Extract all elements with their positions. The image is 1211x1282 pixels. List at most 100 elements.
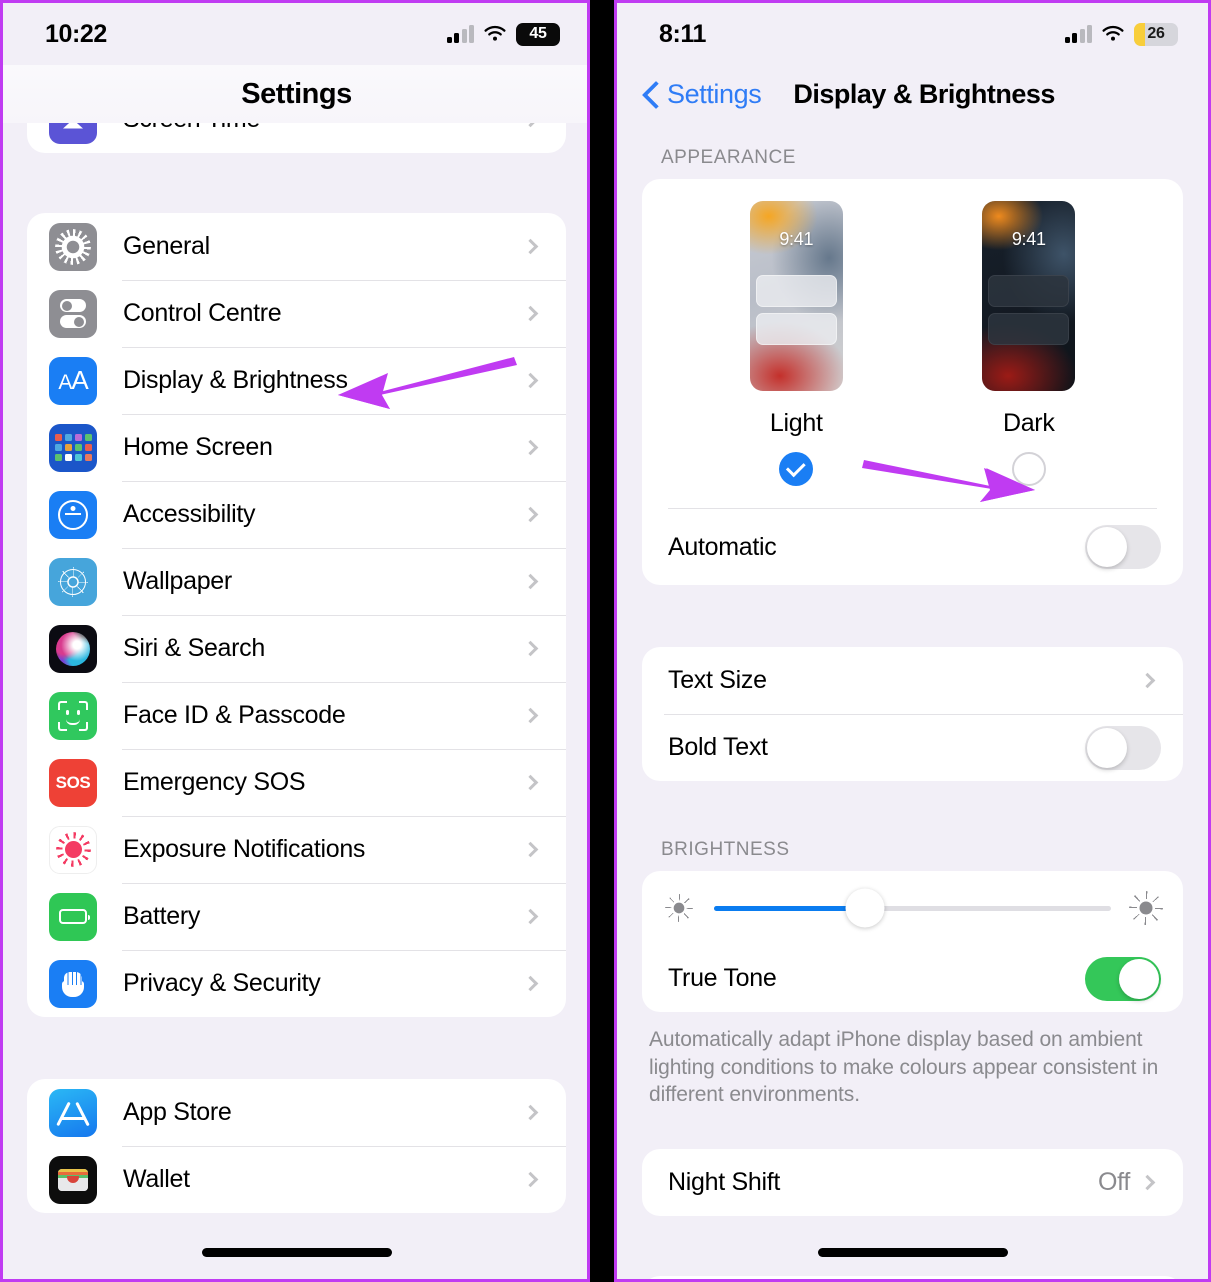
brightness-slider-knob[interactable] (845, 888, 885, 928)
list-item-app-store[interactable]: App Store (27, 1079, 566, 1146)
list-item-general[interactable]: General (27, 213, 566, 280)
brightness-low-icon (665, 894, 693, 922)
panel-divider-right-border (614, 0, 617, 1282)
section-header-appearance: APPEARANCE (661, 147, 796, 168)
list-item-privacy-security[interactable]: Privacy & Security (27, 950, 566, 1017)
chevron-right-icon (522, 774, 539, 791)
row-true-tone[interactable]: True Tone (642, 945, 1183, 1012)
settings-group-primary: General Control Centre AA Display & Brightn… (27, 213, 566, 1017)
preview-time: 9:41 (779, 229, 814, 249)
preview-notification (755, 275, 837, 307)
brightness-slider-fill (714, 905, 865, 911)
face-id-icon (49, 691, 97, 740)
row-label-bold-text: Bold Text (668, 733, 768, 761)
status-indicators: 26 (1064, 22, 1178, 46)
display-brightness-content[interactable]: APPEARANCE 9:41 Light 9:41 Dark Automati… (617, 123, 1208, 1279)
appearance-option-dark[interactable]: 9:41 Dark (944, 201, 1114, 486)
status-time: 10:22 (45, 19, 107, 48)
chevron-right-icon (522, 841, 539, 858)
sos-icon: SOS (49, 758, 97, 807)
section-header-brightness: BRIGHTNESS (661, 839, 790, 860)
battery-indicator-low-power: 26 (1134, 22, 1178, 46)
list-item-label: General (123, 232, 210, 260)
radio-dark-unselected[interactable] (1011, 452, 1046, 486)
row-label-automatic: Automatic (668, 532, 777, 561)
back-button-label: Settings (667, 78, 762, 109)
chevron-right-icon (522, 707, 539, 724)
toggle-true-tone[interactable] (1085, 956, 1161, 1001)
list-item-wallpaper[interactable]: Wallpaper (27, 548, 566, 615)
cellular-bars-icon (1064, 24, 1092, 43)
list-item-label: Privacy & Security (123, 969, 321, 997)
appearance-label-dark: Dark (1002, 409, 1055, 437)
row-night-shift[interactable]: Night Shift Off (642, 1149, 1183, 1216)
right-status-bar: 8:11 26 (617, 3, 1208, 65)
right-nav-bar: Settings Display & Brightness (617, 65, 1208, 123)
wallpaper-icon (49, 557, 97, 606)
battery-percent: 26 (1147, 25, 1165, 42)
screenshot-stage: 10:22 45 Settings Screen Time (0, 0, 1211, 1282)
accessibility-icon (49, 490, 97, 539)
app-store-icon (49, 1088, 97, 1137)
row-label-text-size: Text Size (668, 666, 767, 694)
chevron-right-icon (522, 238, 539, 255)
list-item-label: Control Centre (123, 299, 282, 327)
light-wallpaper-preview: 9:41 (749, 201, 843, 391)
text-settings-group: Text Size Bold Text (642, 647, 1183, 781)
chevron-right-icon (522, 305, 539, 322)
settings-list[interactable]: Screen Time GeneralControl CentreAADispl… (3, 86, 590, 1213)
toggle-automatic[interactable] (1085, 525, 1161, 569)
list-item-wallet[interactable]: Wallet (27, 1146, 566, 1213)
left-phone-panel: 10:22 45 Settings Screen Time (0, 0, 590, 1282)
list-item-battery[interactable]: Battery (27, 883, 566, 950)
wifi-icon (483, 25, 507, 43)
home-indicator (201, 1248, 392, 1257)
chevron-right-icon (522, 1104, 539, 1121)
privacy-hand-icon (49, 959, 97, 1008)
list-item-face-id-passcode[interactable]: Face ID & Passcode (27, 682, 566, 749)
home-indicator (817, 1248, 1008, 1257)
chevron-right-icon (522, 573, 539, 590)
row-text-size[interactable]: Text Size (642, 647, 1183, 714)
control-centre-icon (49, 289, 97, 338)
list-item-label: Exposure Notifications (123, 835, 366, 863)
row-auto-lock[interactable]: Auto-Lock 30 seconds (642, 1276, 1183, 1279)
list-item-home-screen[interactable]: Home Screen (27, 414, 566, 481)
list-item-control-centre[interactable]: Control Centre (27, 280, 566, 347)
row-bold-text[interactable]: Bold Text (642, 714, 1183, 781)
preview-time: 9:41 (1011, 229, 1046, 249)
chevron-right-icon (522, 372, 539, 389)
status-indicators: 45 (446, 22, 560, 46)
list-item-label: Accessibility (123, 500, 256, 528)
chevron-right-icon (522, 439, 539, 456)
night-shift-card: Night Shift Off (642, 1149, 1183, 1217)
row-automatic[interactable]: Automatic (642, 509, 1183, 585)
list-item-siri-search[interactable]: Siri & Search (27, 615, 566, 682)
preview-notification (988, 275, 1070, 307)
list-item-emergency-sos[interactable]: SOS Emergency SOS (27, 749, 566, 816)
appearance-label-light: Light (769, 409, 823, 437)
chevron-right-icon (522, 640, 539, 657)
chevron-right-icon (522, 975, 539, 992)
cellular-bars-icon (446, 24, 474, 43)
back-button[interactable]: Settings (643, 78, 762, 110)
list-item-label: Wallet (123, 1165, 190, 1193)
appearance-card: 9:41 Light 9:41 Dark Automatic (642, 179, 1183, 585)
dark-wallpaper-preview: 9:41 (982, 201, 1076, 391)
chevron-right-icon (522, 506, 539, 523)
battery-percent: 45 (529, 25, 547, 42)
toggle-bold-text[interactable] (1085, 725, 1161, 770)
left-nav-bar: Settings (3, 65, 590, 123)
list-item-label: Display & Brightness (123, 366, 348, 394)
battery-indicator: 45 (516, 22, 560, 46)
list-item-accessibility[interactable]: Accessibility (27, 481, 566, 548)
brightness-slider[interactable] (714, 888, 1111, 928)
gear-icon (49, 222, 97, 271)
appearance-option-light[interactable]: 9:41 Light (711, 201, 881, 486)
wallet-icon (49, 1155, 97, 1204)
list-item-display-brightness[interactable]: AA Display & Brightness (27, 347, 566, 414)
list-item-exposure-notifications[interactable]: Exposure Notifications (27, 816, 566, 883)
radio-light-selected[interactable] (779, 452, 814, 486)
brightness-slider-row[interactable] (642, 871, 1183, 945)
chevron-left-icon (643, 81, 659, 108)
